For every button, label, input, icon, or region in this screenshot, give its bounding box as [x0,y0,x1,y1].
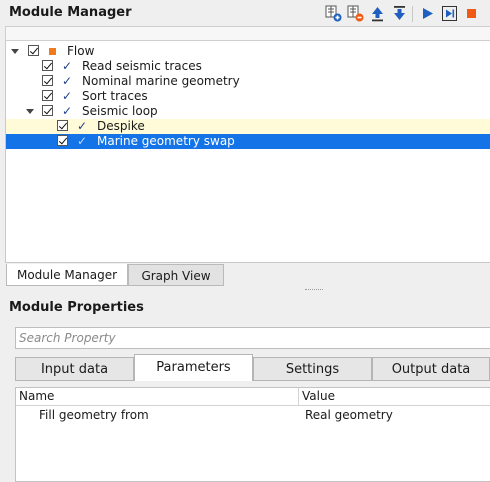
column-header-value[interactable]: Value [302,389,335,403]
tree-row-despike[interactable]: ✓ Despike [6,119,490,134]
module-checkbox[interactable] [42,60,53,71]
tree-label: Seismic loop [82,104,158,118]
move-up-icon[interactable] [368,4,386,22]
module-manager-title: Module Manager [9,5,132,20]
tree-row-flow[interactable]: Flow [6,44,490,59]
tree-row[interactable]: ✓ Sort traces [6,89,490,104]
tree-label: Marine geometry swap [97,134,235,148]
tree-label: Read seismic traces [82,59,202,73]
tab-graph-view[interactable]: Graph View [128,264,224,286]
add-module-icon[interactable] [324,4,342,22]
move-down-icon[interactable] [390,4,408,22]
tree-row-seismic-loop[interactable]: ✓ Seismic loop [6,104,490,119]
toolbar-separator [412,6,413,22]
tab-module-manager[interactable]: Module Manager [6,264,128,286]
tree-row-selected[interactable]: ✓ Marine geometry swap [6,134,490,149]
tree-label: Nominal marine geometry [82,74,240,88]
table-header: Name Value [16,388,490,406]
properties-table[interactable]: Name Value Fill geometry from Real geome… [15,387,490,482]
tree-row[interactable]: ✓ Nominal marine geometry [6,74,490,89]
module-checkbox[interactable] [57,135,68,146]
flow-tree[interactable]: Flow ✓ Read seismic traces ✓ Nominal mar… [5,41,490,263]
property-name: Fill geometry from [39,408,149,422]
tree-label: Sort traces [82,89,148,103]
module-checkbox[interactable] [42,105,53,116]
module-properties-title: Module Properties [9,300,144,315]
tree-label: Despike [97,119,145,133]
module-checkbox[interactable] [42,75,53,86]
tab-parameters[interactable]: Parameters [134,354,253,381]
tree-label: Flow [67,44,95,58]
check-icon: ✓ [62,74,73,88]
expand-arrow-icon[interactable] [26,109,34,114]
module-checkbox[interactable] [42,90,53,101]
checkbox-flow[interactable] [28,45,39,56]
column-divider[interactable] [298,388,299,405]
step-run-icon[interactable] [440,4,458,22]
property-value[interactable]: Real geometry [305,408,393,422]
remove-module-icon[interactable] [346,4,364,22]
tree-header-strip [5,26,490,41]
check-icon: ✓ [77,134,88,148]
check-icon: ✓ [62,104,73,118]
column-header-name[interactable]: Name [19,389,54,403]
search-property-input[interactable] [15,327,490,349]
tab-output-data[interactable]: Output data [372,357,490,381]
splitter-handle[interactable] [305,289,323,292]
flow-square-icon [49,48,56,55]
check-icon: ✓ [62,89,73,103]
tab-settings[interactable]: Settings [253,357,372,381]
check-icon: ✓ [77,119,88,133]
module-checkbox[interactable] [57,120,68,131]
tree-row[interactable]: ✓ Read seismic traces [6,59,490,74]
stop-icon[interactable] [462,4,480,22]
check-icon: ✓ [62,59,73,73]
expand-arrow-icon[interactable] [11,49,19,54]
tab-input-data[interactable]: Input data [15,357,134,381]
run-icon[interactable] [418,4,436,22]
